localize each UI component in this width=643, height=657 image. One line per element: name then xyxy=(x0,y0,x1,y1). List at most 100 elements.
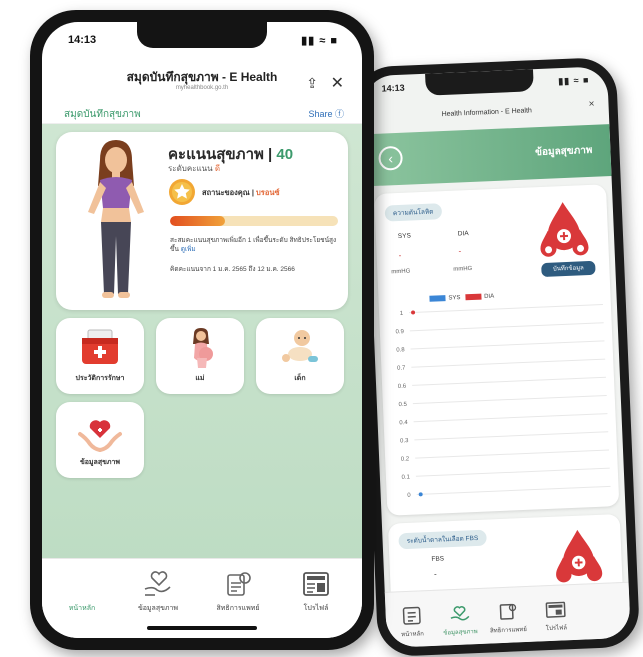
fbs-value: - xyxy=(433,569,437,579)
score-date-range: คิดคะแนนจาก 1 ม.ค. 2565 ถึง 12 ม.ค. 2566 xyxy=(170,266,295,273)
tab-label: หน้าหลัก xyxy=(68,605,96,612)
status-icons: ▮▮ ≈ ■ xyxy=(557,74,590,87)
notch xyxy=(137,22,267,48)
score-separator: | xyxy=(263,146,277,163)
back-phone-screen: 14:13 ▮▮ ≈ ■ Health Information - E Heal… xyxy=(363,66,631,648)
sys-unit: mmHG xyxy=(391,268,411,276)
legend-swatch-sys xyxy=(429,295,446,302)
star-medal-icon xyxy=(169,179,195,205)
tab-health-info[interactable]: ข้อมูลสุขภาพ xyxy=(439,603,480,638)
grid-line xyxy=(411,358,606,368)
tile-mother[interactable]: แม่ xyxy=(156,318,244,394)
health-info-header: ‹ ข้อมูลสุขภาพ xyxy=(365,124,612,187)
grid-line xyxy=(413,413,608,423)
tile-health-data[interactable]: ข้อมูลสุขภาพ xyxy=(56,402,144,478)
tab-profile[interactable]: โปรไฟล์ xyxy=(535,599,576,634)
dia-value: - xyxy=(458,246,462,256)
home-icon xyxy=(402,606,421,625)
tab-label: สิทธิการแพทย์ xyxy=(489,626,527,635)
tab-label: ข้อมูลสุขภาพ xyxy=(137,605,179,612)
pregnant-mother-icon xyxy=(193,328,213,368)
status-time: 14:13 xyxy=(381,82,405,94)
legend-dia: DIA xyxy=(484,293,495,301)
grid-line xyxy=(415,467,610,477)
y-tick-label: 0.8 xyxy=(396,347,405,353)
grid-line xyxy=(409,304,603,314)
blood-drop-icon xyxy=(540,202,589,257)
tab-bar: หน้าหลัก ข้อมูลสุขภาพ สิทธิการแพทย์ โปรไ… xyxy=(42,558,362,638)
heart-in-hands-icon xyxy=(78,420,122,452)
sys-label: SYS xyxy=(397,232,412,241)
tab-label: สิทธิการแพทย์ xyxy=(216,605,260,612)
dia-label: DIA xyxy=(457,230,469,238)
level-value: ดี xyxy=(214,164,221,173)
tab-home[interactable]: หน้าหลัก xyxy=(391,605,432,640)
level-prefix: ระดับคะแนน xyxy=(168,164,215,173)
tile-treatment-history[interactable]: ประวัติการรักษา xyxy=(56,318,144,394)
see-more-link[interactable]: ดูเพิ่ม xyxy=(181,246,196,253)
record-data-button[interactable]: บันทึกข้อมูล xyxy=(541,260,596,278)
front-phone: 14:13 ▮▮ ≈ ■ สมุดบันทึกสุขภาพ - E Health… xyxy=(30,10,374,650)
dia-unit: mmHG xyxy=(453,265,473,273)
close-icon[interactable]: ✕ xyxy=(331,73,344,93)
tab-label: ข้อมูลสุขภาพ xyxy=(443,629,478,637)
y-tick-label: 1 xyxy=(400,311,404,317)
health-score-card[interactable]: คะแนนสุขภาพ | 40 ระดับคะแนน ดี สถานะของค… xyxy=(56,132,348,310)
tab-label: โปรไฟล์ xyxy=(545,625,568,633)
tile-label: แม่ xyxy=(195,375,205,382)
grid-line xyxy=(412,376,606,386)
grid-line xyxy=(409,322,604,332)
blood-pressure-card: ความดันโลหิต SYS DIA - - mmHG mmHG บันทึ… xyxy=(374,184,620,516)
share-icon[interactable]: ⇪ xyxy=(306,75,318,92)
tile-label: เด็ก xyxy=(294,375,306,382)
tile-label: ข้อมูลสุขภาพ xyxy=(79,459,121,466)
woman-avatar-icon xyxy=(88,140,144,298)
y-tick-label: 0.6 xyxy=(398,384,407,390)
tab-medical-rights[interactable]: สิทธิการแพทย์ xyxy=(487,601,528,636)
tab-bar: หน้าหลัก ข้อมูลสุขภาพ สิทธิการแพทย์ โปรไ… xyxy=(384,581,631,648)
y-tick-label: 0.1 xyxy=(402,475,411,481)
close-icon[interactable]: × xyxy=(588,99,594,110)
sys-value: - xyxy=(398,250,402,261)
tab-profile[interactable]: โปรไฟล์ xyxy=(280,569,352,614)
bp-labels: SYS DIA xyxy=(398,229,488,240)
share-link[interactable]: Share ⓕ xyxy=(308,107,344,120)
fbs-pill: ระดับน้ำตาลในเลือด FBS xyxy=(398,529,487,550)
y-tick-label: 0.4 xyxy=(399,420,408,426)
data-point-sys xyxy=(418,492,423,497)
grid-line xyxy=(412,394,607,405)
profile-card-icon xyxy=(545,601,566,618)
front-phone-screen: 14:13 ▮▮ ≈ ■ สมุดบันทึกสุขภาพ - E Health… xyxy=(42,22,362,638)
progress-fill xyxy=(170,216,226,226)
y-tick-label: 0.9 xyxy=(395,329,404,335)
score-label: คะแนนสุขภาพ xyxy=(168,146,264,163)
member-status: สถานะของคุณ | บรอนซ์ xyxy=(202,187,280,199)
back-phone: 14:13 ▮▮ ≈ ■ Health Information - E Heal… xyxy=(353,56,641,657)
data-point-dia xyxy=(411,310,416,315)
bp-chart: SYS DIA 0 0.1 0.2 0.3 0.4 0.5 0.6 0.7 0.8 0.9 1 xyxy=(386,287,611,506)
tab-health-info[interactable]: ข้อมูลสุขภาพ xyxy=(122,569,194,614)
score-description: สะสมคะแนนสุขภาพเพิ่มอีก 1 เพื่อขึ้นระดับ… xyxy=(170,236,340,254)
tab-label: โปรไฟล์ xyxy=(303,605,329,612)
tab-home[interactable]: หน้าหลัก xyxy=(46,571,118,614)
back-arrow-icon[interactable]: ‹ xyxy=(378,145,404,171)
status-prefix: สถานะของคุณ | xyxy=(202,188,257,197)
bp-pill: ความดันโลหิต xyxy=(384,203,442,222)
y-tick-label: 0.5 xyxy=(398,402,407,408)
fbs-label: FBS xyxy=(431,555,445,563)
grid-line xyxy=(414,431,609,441)
page-title: ข้อมูลสุขภาพ xyxy=(534,144,593,159)
status-value: บรอนซ์ xyxy=(256,188,280,197)
tab-medical-rights[interactable]: สิทธิการแพทย์ xyxy=(202,569,274,614)
grid-line xyxy=(415,449,610,459)
tile-child[interactable]: เด็ก xyxy=(256,318,344,394)
sub-navigation: สมุดบันทึกสุขภาพ Share ⓕ xyxy=(42,102,362,124)
medical-kit-icon xyxy=(82,329,118,364)
score-value: 40 xyxy=(276,146,294,163)
section-title: สมุดบันทึกสุขภาพ xyxy=(64,109,141,120)
y-tick-label: 0.3 xyxy=(400,438,409,444)
legend-sys: SYS xyxy=(448,295,461,302)
y-tick-label: 0.2 xyxy=(401,456,410,462)
score-progress-bar xyxy=(170,216,338,226)
grid-line xyxy=(416,485,611,495)
